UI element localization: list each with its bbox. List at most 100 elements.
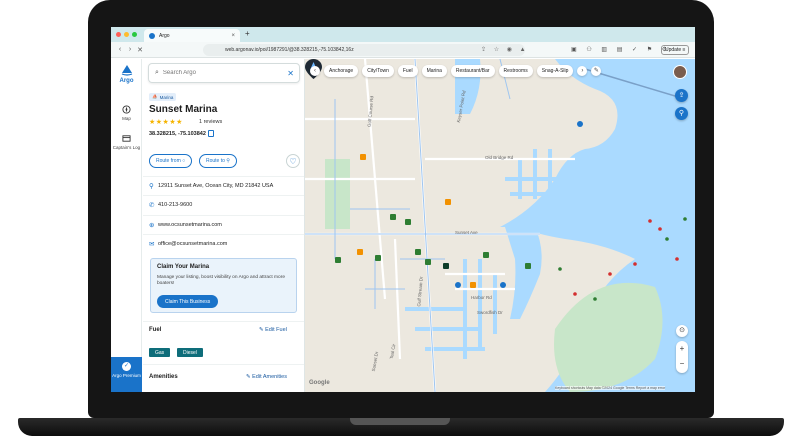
window-minimize-dot[interactable] [124, 32, 129, 37]
category-badge: ⛵ Marina [149, 93, 177, 101]
poi-marker[interactable] [390, 214, 396, 220]
claim-title: Claim Your Marina [157, 264, 210, 270]
map-canvas [305, 59, 695, 392]
claim-business-button[interactable]: Claim This Business [157, 295, 219, 308]
divider [143, 215, 304, 216]
new-tab-icon[interactable]: + [245, 29, 250, 38]
update-button[interactable]: Update ≡ [661, 45, 690, 55]
poi-panel: ⌕ ✕ ⛵ Marina Sunset Marina ★★★★★ 1 revie… [143, 59, 305, 392]
filter-chip-snag-a-slip[interactable]: Snag-A-Slip [536, 65, 574, 77]
phone-text: 410-213-9600 [158, 202, 193, 208]
favorite-heart-icon[interactable]: ♡ [286, 154, 300, 168]
street-label: Harbor Rd [471, 295, 492, 300]
filter-chip-anchorage[interactable]: Anchorage [324, 65, 359, 77]
rating-stars: ★★★★★ [149, 119, 183, 126]
map-attribution[interactable]: Keyboard shortcuts Map data ©2024 Google… [555, 386, 666, 390]
poi-marker[interactable] [425, 259, 431, 265]
zoom-out-icon[interactable]: − [676, 357, 688, 373]
compass-icon [122, 105, 131, 114]
window-maximize-dot[interactable] [132, 32, 137, 37]
my-location-pin-icon[interactable]: ⚲ [675, 107, 688, 120]
marina-marker[interactable] [577, 121, 583, 127]
tab-close-icon[interactable]: × [231, 33, 235, 39]
restaurant-marker[interactable] [470, 282, 476, 288]
back-icon[interactable]: ‹ [115, 46, 125, 53]
restaurant-marker[interactable] [360, 154, 366, 160]
zoom-in-icon[interactable]: + [676, 341, 688, 357]
filter-chip-fuel[interactable]: Fuel [397, 65, 418, 77]
forward-icon[interactable]: › [125, 46, 135, 53]
argo-premium-button[interactable]: ✓ Argo Premium [111, 357, 142, 392]
review-count[interactable]: 1 reviews [199, 119, 222, 125]
map-view[interactable]: Old Bridge Rd Sunset Ave Harbor Rd Sword… [305, 59, 695, 392]
address-actions-icon[interactable]: ⇪ ☆ ◉ ▲ [481, 46, 529, 53]
copy-icon[interactable] [208, 130, 214, 137]
poi-marker[interactable] [525, 263, 531, 269]
logbook-icon [122, 135, 131, 142]
filter-chip-marina[interactable]: Marina [421, 65, 447, 77]
locate-crosshair-icon[interactable]: ⊙ [676, 325, 688, 337]
divider [143, 321, 304, 322]
clear-search-icon[interactable]: ✕ [287, 69, 294, 78]
layers-icon[interactable]: ⇪ [675, 89, 688, 102]
browser-tab-bar: Argo × + [111, 27, 695, 42]
claim-card: Claim Your Marina Manage your listing, b… [150, 258, 297, 313]
route-to-button[interactable]: Route to ⚲ [199, 154, 237, 168]
stop-icon[interactable]: ✕ [135, 46, 145, 54]
update-label: Update [665, 47, 682, 53]
rail-item-map[interactable]: Map [111, 105, 142, 121]
edit-amenities-link[interactable]: ✎ Edit Amenities [246, 374, 287, 380]
rail-item-captains-log[interactable]: Captain's Log [111, 134, 142, 150]
phone-row[interactable]: ✆ 410-213-9600 [149, 200, 301, 210]
address-text: 12911 Sunset Ave, Ocean City, MD 21842 U… [158, 183, 274, 189]
filter-chip-restaurant-bar[interactable]: Restaurant/Bar [450, 65, 495, 77]
marina-marker[interactable] [455, 282, 461, 288]
zoom-control: + − [676, 341, 688, 373]
avatar[interactable] [673, 65, 687, 79]
poi-marker[interactable] [335, 257, 341, 263]
mail-icon: ✉ [149, 241, 155, 248]
poi-marker[interactable] [405, 219, 411, 225]
edit-amenities-label: Edit Amenities [252, 374, 287, 380]
address-row[interactable]: ⚲ 12911 Sunset Ave, Ocean City, MD 21842… [149, 181, 301, 191]
globe-icon: ⊕ [149, 222, 155, 229]
favicon-icon [149, 32, 155, 39]
poi-marker[interactable] [415, 249, 421, 255]
window-close-dot[interactable] [116, 32, 121, 37]
amenities-title: Amenities [149, 374, 178, 380]
phone-icon: ✆ [149, 202, 155, 209]
search-icon: ⌕ [155, 69, 159, 76]
poi-marker[interactable] [483, 252, 489, 258]
rail-label-map: Map [122, 116, 131, 121]
edit-fuel-link[interactable]: ✎ Edit Fuel [259, 327, 287, 333]
email-row[interactable]: ✉ office@ocsunsetmarina.com [149, 239, 301, 249]
premium-label: Argo Premium [112, 373, 141, 378]
argo-app: Argo Map Captain's Log ✓ Argo Premium ⌕ … [111, 59, 695, 392]
filter-chip-city-town[interactable]: City/Town [362, 65, 394, 77]
route-from-button[interactable]: Route from ○ [149, 154, 193, 168]
search-box[interactable]: ⌕ ✕ [148, 63, 300, 83]
marina-marker[interactable] [500, 282, 506, 288]
browser-extensions-icon[interactable]: ▣ ⚇ ▥ ▤ ✓ ⚑ ⚙ [571, 46, 671, 53]
filter-scroll-left-icon[interactable]: ‹ [310, 66, 320, 76]
edit-map-pencil-icon[interactable]: ✎ [591, 66, 602, 76]
map-filter-bar: ‹ Anchorage City/Town Fuel Marina Restau… [310, 64, 602, 78]
claim-button-label: Claim This Business [165, 298, 211, 305]
filter-chip-restrooms[interactable]: Restrooms [498, 65, 533, 77]
filter-scroll-right-icon[interactable]: › [577, 66, 588, 76]
browser-tab[interactable]: Argo × [144, 29, 240, 42]
restaurant-marker[interactable] [357, 249, 363, 255]
restaurant-marker[interactable] [445, 199, 451, 205]
url-text: web.argonav.io/poi/1987291/@38.328215,-7… [225, 47, 354, 53]
browser-toolbar: ‹ › ✕ web.argonav.io/poi/1987291/@38.328… [111, 42, 695, 58]
category-label: Marina [159, 94, 174, 100]
search-input[interactable] [162, 70, 273, 76]
poi-marker[interactable] [375, 255, 381, 261]
argo-logo[interactable]: Argo [111, 65, 142, 84]
website-row[interactable]: ⊕ www.ocsunsetmarina.com [149, 220, 301, 230]
argo-sail-icon [121, 65, 132, 76]
poi-marker[interactable] [443, 263, 449, 269]
pencil-icon: ✎ [246, 374, 251, 380]
divider [143, 234, 304, 235]
address-bar[interactable]: web.argonav.io/poi/1987291/@38.328215,-7… [203, 44, 525, 56]
